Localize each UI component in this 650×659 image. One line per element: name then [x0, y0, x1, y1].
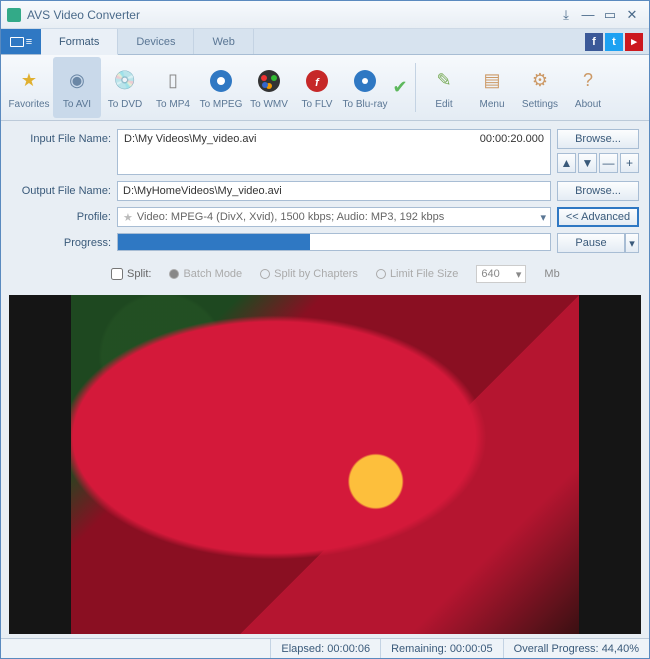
- preview-frame: [71, 295, 579, 634]
- pause-button[interactable]: Pause: [557, 233, 625, 253]
- elapsed-value: 00:00:06: [327, 643, 370, 655]
- tab-formats[interactable]: Formats: [41, 29, 118, 55]
- remove-button[interactable]: —: [599, 153, 618, 173]
- split-options: Split: Batch Mode Split by Chapters Limi…: [11, 259, 639, 289]
- video-preview: [9, 295, 641, 634]
- pin-button[interactable]: ⤓: [555, 7, 577, 23]
- help-icon: ?: [573, 66, 603, 96]
- overall-value: 44,40%: [602, 643, 639, 655]
- to-bluray-button[interactable]: To Blu-ray: [341, 57, 389, 118]
- move-down-button[interactable]: ▼: [578, 153, 597, 173]
- titlebar: AVS Video Converter ⤓ — ▭ ✕: [1, 1, 649, 29]
- mpeg-icon: [206, 66, 236, 96]
- to-mpeg-button[interactable]: To MPEG: [197, 57, 245, 118]
- youtube-icon[interactable]: ▸: [625, 33, 643, 51]
- menu-icon: ▤: [477, 66, 507, 96]
- flash-icon: f: [302, 66, 332, 96]
- menu-button[interactable]: ▤Menu: [468, 57, 516, 118]
- input-file-duration: 00:00:20.000: [480, 133, 544, 145]
- close-button[interactable]: ✕: [621, 7, 643, 23]
- form-area: Input File Name: D:\My Videos\My_video.a…: [1, 121, 649, 295]
- film-reel-icon: ◉: [62, 66, 92, 96]
- size-unit: Mb: [544, 268, 559, 280]
- toolbar: ★Favorites ◉To AVI 💿To DVD ▯To MP4 To MP…: [1, 55, 649, 121]
- conversion-progress: [117, 233, 551, 251]
- file-size-select[interactable]: 640▾: [476, 265, 526, 283]
- check-icon: ✔: [385, 73, 415, 103]
- chevron-down-icon: ▾: [516, 268, 522, 281]
- remaining-label: Remaining:: [391, 643, 447, 655]
- settings-button[interactable]: ⚙Settings: [516, 57, 564, 118]
- move-up-button[interactable]: ▲: [557, 153, 576, 173]
- tab-bar: ≡ Formats Devices Web f t ▸: [1, 29, 649, 55]
- advanced-button[interactable]: << Advanced: [557, 207, 639, 227]
- browse-input-button[interactable]: Browse...: [557, 129, 639, 149]
- split-checkbox[interactable]: Split:: [111, 268, 151, 280]
- gear-icon: ⚙: [525, 66, 555, 96]
- output-file-input[interactable]: [117, 181, 551, 201]
- profile-label: Profile:: [11, 207, 111, 223]
- bluray-icon: [350, 66, 380, 96]
- to-mp4-button[interactable]: ▯To MP4: [149, 57, 197, 118]
- edit-icon: ✎: [429, 66, 459, 96]
- progress-label: Progress:: [11, 233, 111, 249]
- app-icon: [7, 8, 21, 22]
- pause-dropdown[interactable]: ▾: [625, 233, 639, 253]
- remaining-value: 00:00:05: [450, 643, 493, 655]
- overall-label: Overall Progress:: [514, 643, 599, 655]
- about-button[interactable]: ?About: [564, 57, 612, 118]
- minimize-button[interactable]: —: [577, 7, 599, 22]
- star-icon: ★: [14, 66, 44, 96]
- more-formats-button[interactable]: ✔: [389, 57, 411, 118]
- edit-button[interactable]: ✎Edit: [420, 57, 468, 118]
- dvd-icon: 💿: [110, 66, 140, 96]
- twitter-icon[interactable]: t: [605, 33, 623, 51]
- input-file-path: D:\My Videos\My_video.avi: [124, 133, 256, 145]
- favorite-star-icon: ★: [123, 211, 133, 224]
- app-title: AVS Video Converter: [27, 8, 555, 22]
- tab-devices[interactable]: Devices: [118, 29, 194, 54]
- wmv-icon: [254, 66, 284, 96]
- input-label: Input File Name:: [11, 129, 111, 145]
- profile-text: Video: MPEG-4 (DivX, Xvid), 1500 kbps; A…: [137, 211, 444, 223]
- split-chapters-radio[interactable]: Split by Chapters: [260, 268, 358, 280]
- add-button[interactable]: +: [620, 153, 639, 173]
- ipod-icon: ▯: [158, 66, 188, 96]
- facebook-icon[interactable]: f: [585, 33, 603, 51]
- output-label: Output File Name:: [11, 181, 111, 197]
- to-dvd-button[interactable]: 💿To DVD: [101, 57, 149, 118]
- to-wmv-button[interactable]: To WMV: [245, 57, 293, 118]
- browse-output-button[interactable]: Browse...: [557, 181, 639, 201]
- input-file-list[interactable]: D:\My Videos\My_video.avi 00:00:20.000: [117, 129, 551, 175]
- favorites-button[interactable]: ★Favorites: [5, 57, 53, 118]
- status-bar: Elapsed: 00:00:06 Remaining: 00:00:05 Ov…: [1, 638, 649, 658]
- elapsed-label: Elapsed:: [281, 643, 324, 655]
- to-flv-button[interactable]: fTo FLV: [293, 57, 341, 118]
- app-window: AVS Video Converter ⤓ — ▭ ✕ ≡ Formats De…: [0, 0, 650, 659]
- limit-size-radio[interactable]: Limit File Size: [376, 268, 458, 280]
- view-mode-button[interactable]: ≡: [1, 29, 41, 54]
- batch-mode-radio[interactable]: Batch Mode: [169, 268, 242, 280]
- to-avi-button[interactable]: ◉To AVI: [53, 57, 101, 118]
- profile-select[interactable]: ★ Video: MPEG-4 (DivX, Xvid), 1500 kbps;…: [117, 207, 551, 227]
- maximize-button[interactable]: ▭: [599, 7, 621, 23]
- tab-web[interactable]: Web: [194, 29, 253, 54]
- chevron-down-icon: ▾: [540, 211, 546, 224]
